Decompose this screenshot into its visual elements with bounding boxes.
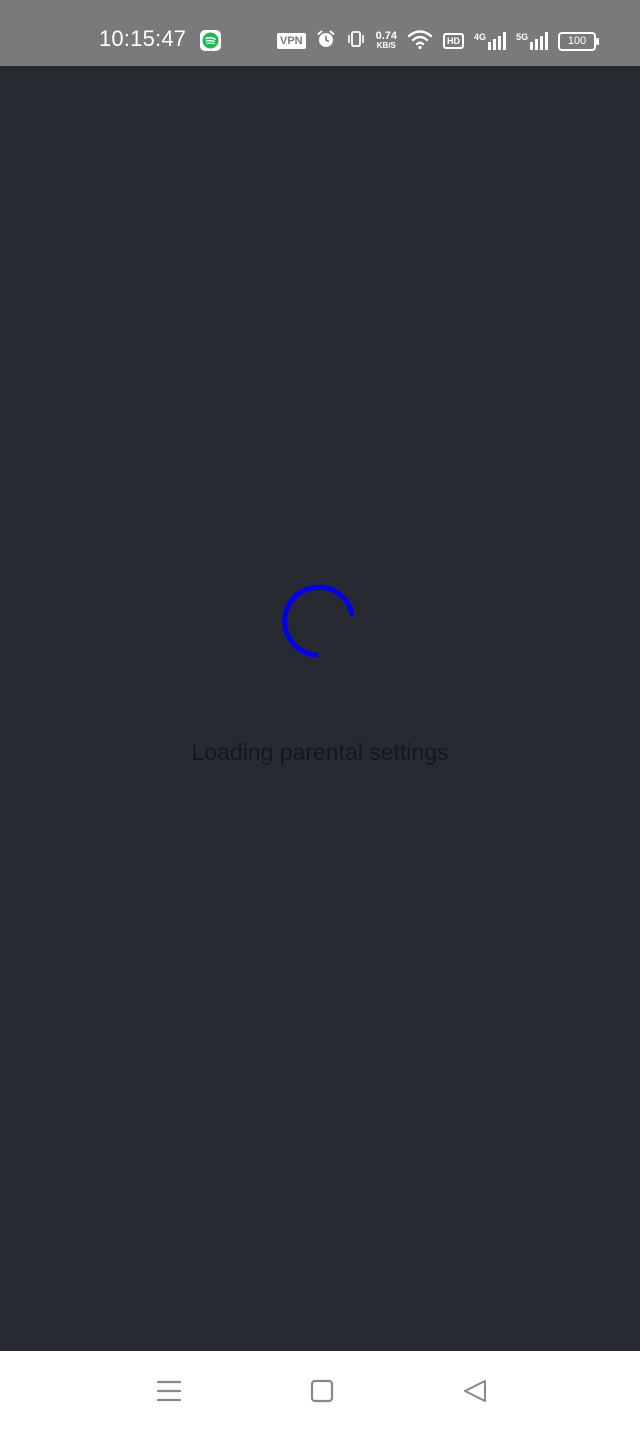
battery-icon: 100 bbox=[558, 31, 600, 51]
network-speed-value: 0.74 bbox=[375, 30, 398, 42]
home-icon bbox=[310, 1379, 334, 1403]
network-speed-unit: KB/S bbox=[376, 41, 396, 50]
vibrate-icon bbox=[346, 29, 366, 54]
vpn-badge: VPN bbox=[277, 33, 306, 49]
navigation-bar bbox=[0, 1351, 640, 1429]
alarm-icon bbox=[316, 29, 336, 54]
status-time: 10:15:47 bbox=[99, 26, 187, 51]
wifi-icon bbox=[407, 28, 433, 55]
loading-screen: Loading parental settings bbox=[0, 66, 640, 1351]
signal-icon: 4G bbox=[474, 32, 507, 50]
signal-1-label: 4G bbox=[474, 32, 487, 42]
home-button[interactable] bbox=[304, 1373, 340, 1409]
network-speed: 0.74 KB/S bbox=[376, 31, 397, 51]
signal-2-label: 5G bbox=[516, 32, 529, 42]
menu-icon bbox=[156, 1380, 182, 1402]
back-icon bbox=[464, 1380, 486, 1402]
spotify-icon bbox=[200, 30, 221, 51]
hd-badge: HD bbox=[443, 33, 465, 49]
loading-spinner bbox=[282, 584, 355, 658]
status-icons: VPN 0.74 KB/S HD 4G 5G 100 bbox=[277, 28, 600, 55]
menu-button[interactable] bbox=[151, 1373, 187, 1409]
signal-icon: 5G bbox=[516, 32, 549, 50]
loading-text: Loading parental settings bbox=[191, 739, 449, 765]
status-bar: 10:15:47 VPN 0.74 KB/S HD 4G 5G 100 bbox=[0, 0, 640, 66]
back-button[interactable] bbox=[457, 1373, 493, 1409]
